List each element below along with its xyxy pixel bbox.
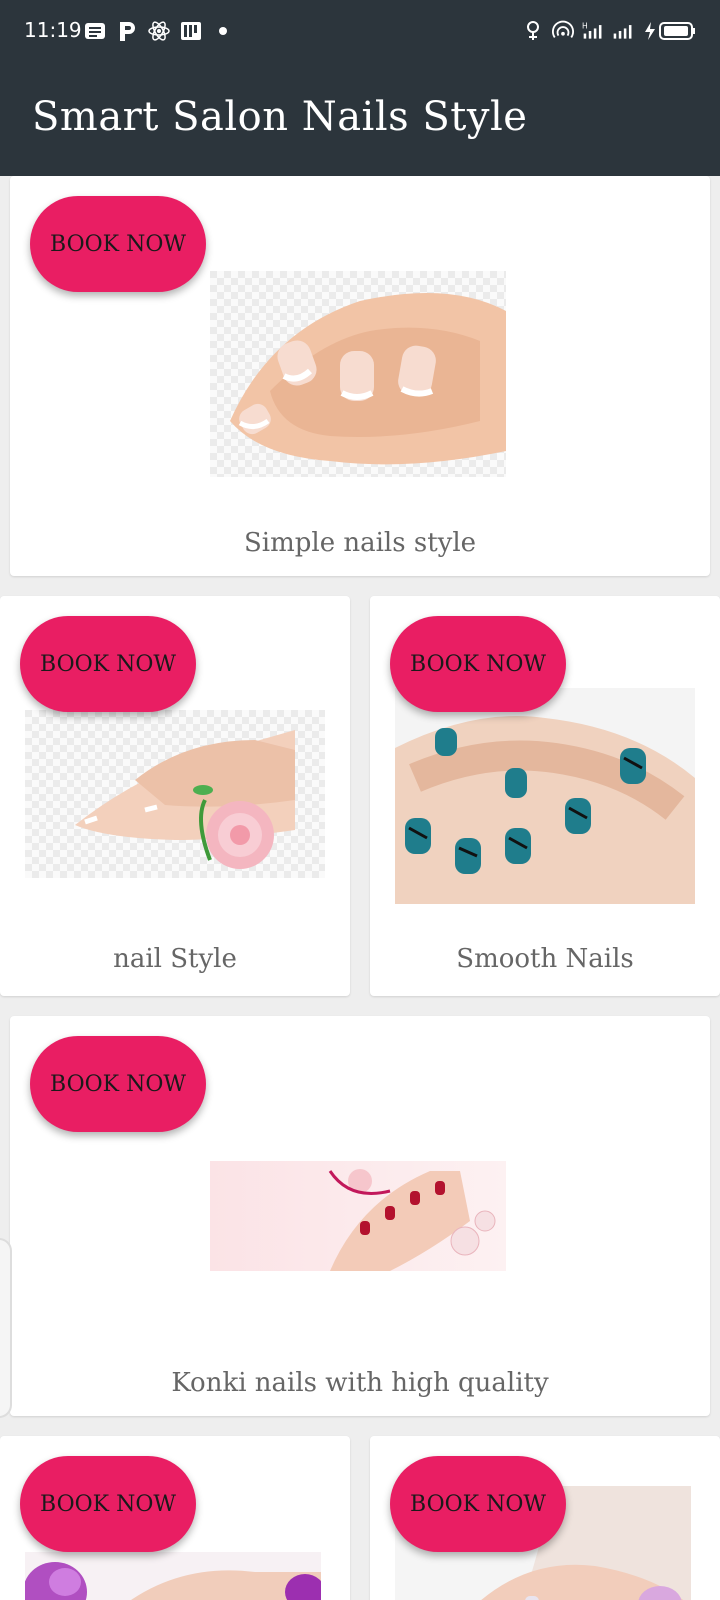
status-time: 11:19: [24, 18, 82, 42]
nail-image: [210, 271, 506, 477]
nail-card[interactable]: BOOK NOW Simple nails style: [10, 176, 710, 576]
app-title: Smart Salon Nails Style: [32, 94, 528, 140]
edge-drag-handle[interactable]: [0, 1238, 12, 1418]
book-now-button[interactable]: BOOK NOW: [20, 1456, 196, 1552]
nail-image: [210, 1161, 506, 1271]
status-bar: 11:19 H: [0, 0, 720, 64]
dot-icon: [212, 20, 234, 42]
nail-card[interactable]: BOOK NOW Konki nails with high quality: [10, 1016, 710, 1416]
book-now-button[interactable]: BOOK NOW: [30, 1036, 206, 1132]
nail-card[interactable]: BOOK NOW Smooth Nails: [370, 596, 720, 996]
card-label: Simple nails style: [243, 528, 477, 558]
app-bar: Smart Salon Nails Style: [0, 64, 720, 176]
news-icon: [84, 20, 106, 42]
status-left-icons: [84, 20, 234, 42]
card-label: nail Style: [113, 944, 237, 974]
book-now-button[interactable]: BOOK NOW: [20, 616, 196, 712]
book-now-button[interactable]: BOOK NOW: [390, 616, 566, 712]
wireless-icon: [552, 20, 574, 42]
status-right-icons: H: [522, 20, 696, 42]
signal-h-icon: H: [582, 20, 604, 42]
nail-card[interactable]: BOOK NOW nail Style: [0, 596, 350, 996]
nail-card[interactable]: BOOK NOW: [0, 1436, 350, 1600]
atom-icon: [148, 20, 170, 42]
book-now-button[interactable]: BOOK NOW: [30, 196, 206, 292]
nail-image: [395, 688, 695, 904]
card-label: Smooth Nails: [456, 944, 634, 974]
nail-image: [25, 710, 325, 878]
battery-charging-icon: [642, 20, 696, 42]
hotspot-icon: [522, 20, 544, 42]
nail-image: [25, 1552, 321, 1600]
signal-icon: [612, 20, 634, 42]
book-now-button[interactable]: BOOK NOW: [390, 1456, 566, 1552]
card-label: Konki nails with high quality: [171, 1368, 549, 1398]
pdf-icon: [180, 20, 202, 42]
p-app-icon: [116, 20, 138, 42]
nail-card[interactable]: BOOK NOW: [370, 1436, 720, 1600]
svg-text:H: H: [582, 21, 588, 30]
